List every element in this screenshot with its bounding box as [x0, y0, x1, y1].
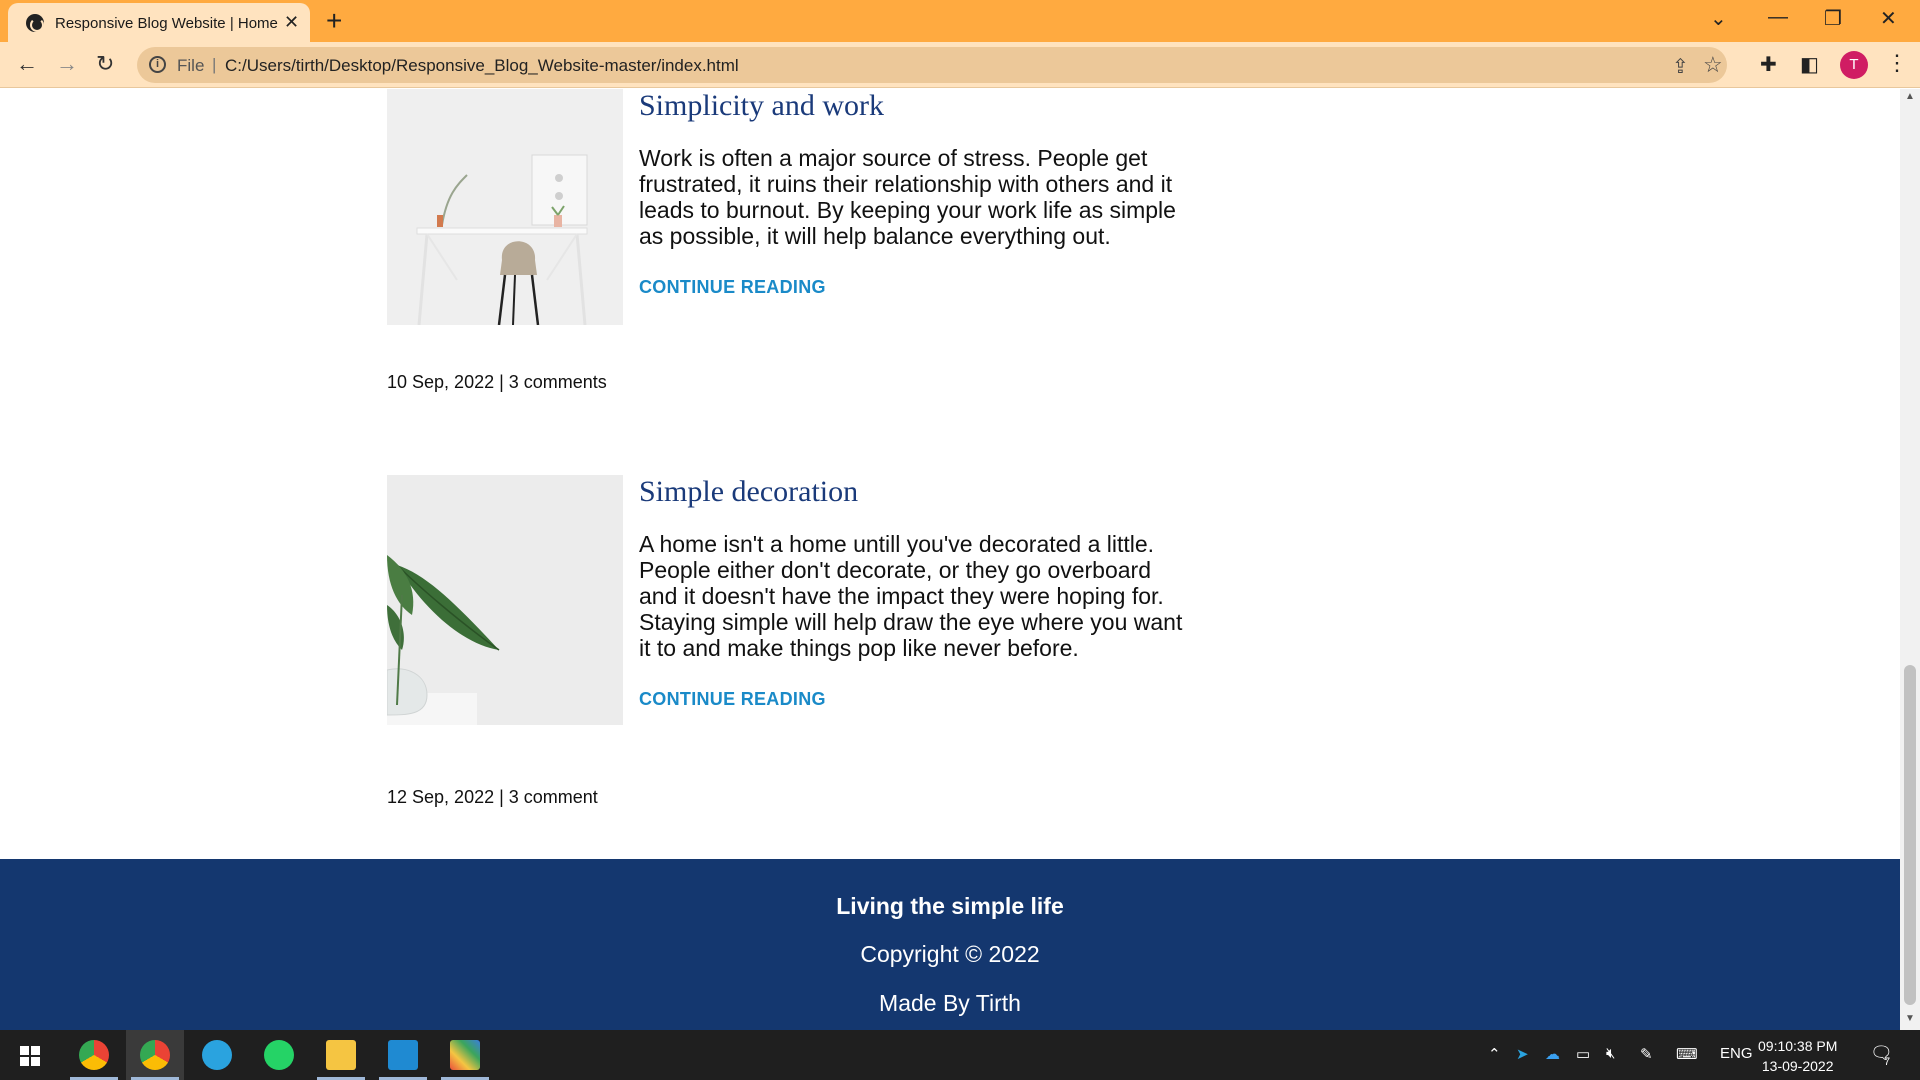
- tab-search-icon[interactable]: ⌄: [1710, 6, 1727, 31]
- forward-button[interactable]: →: [56, 51, 78, 77]
- whatsapp-icon[interactable]: [264, 1040, 294, 1070]
- battery-icon[interactable]: ▭: [1576, 1045, 1590, 1063]
- continue-reading-link[interactable]: CONTINUE READING: [639, 689, 826, 710]
- tab-title: Responsive Blog Website | Home: [55, 15, 278, 32]
- continue-reading-link[interactable]: CONTINUE READING: [639, 277, 826, 298]
- post-meta: 10 Sep, 2022 | 3 comments: [387, 372, 607, 392]
- profile-avatar[interactable]: T: [1840, 51, 1868, 79]
- post-image-desk: [387, 89, 623, 325]
- address-bar[interactable]: i File | C:/Users/tirth/Desktop/Responsi…: [137, 47, 1727, 83]
- chrome-icon[interactable]: [79, 1040, 109, 1070]
- footer-copyright: Copyright © 2022: [860, 941, 1040, 967]
- browser-tab-strip: Responsive Blog Website | Home ✕ + ⌄ — ❐…: [0, 0, 1920, 42]
- telegram-icon[interactable]: [202, 1040, 232, 1070]
- page-viewport: Simplicity and work Work is often a majo…: [0, 89, 1900, 1030]
- post-image-plant: [387, 475, 623, 725]
- footer-credit: Made By Tirth: [879, 990, 1021, 1016]
- post-excerpt: A home isn't a home untill you've decora…: [639, 531, 1183, 661]
- windows-start-icon[interactable]: [20, 1046, 40, 1066]
- system-clock[interactable]: 09:10:38 PM 13-09-2022: [1758, 1036, 1837, 1076]
- tray-telegram-icon[interactable]: ➤: [1516, 1045, 1529, 1063]
- share-icon[interactable]: ⇪: [1672, 54, 1689, 79]
- windows-taskbar: ⌃ ➤ ☁ ▭ 🔇︎ ✎ ⌨ ENG 09:10:38 PM 13-09-202…: [0, 1030, 1920, 1080]
- side-panel-icon[interactable]: ◧: [1800, 52, 1819, 77]
- file-explorer-icon[interactable]: [326, 1040, 356, 1070]
- globe-icon: [26, 14, 44, 32]
- clock-date: 13-09-2022: [1761, 1058, 1834, 1074]
- minimize-button[interactable]: —: [1768, 6, 1788, 29]
- pen-icon[interactable]: ✎: [1640, 1045, 1653, 1063]
- chrome-profile-icon[interactable]: [140, 1040, 170, 1070]
- volume-muted-icon[interactable]: 🔇︎: [1606, 1045, 1615, 1062]
- desk-chair-illustration: [387, 89, 623, 325]
- site-footer: Living the simple life Copyright © 2022 …: [0, 859, 1900, 1030]
- onedrive-cloud-icon[interactable]: ☁: [1545, 1045, 1560, 1063]
- close-tab-icon[interactable]: ✕: [284, 12, 299, 33]
- close-window-button[interactable]: ✕: [1880, 6, 1897, 31]
- post-meta: 12 Sep, 2022 | 3 comment: [387, 787, 598, 807]
- browser-tab-active[interactable]: Responsive Blog Website | Home ✕: [8, 3, 310, 42]
- keyboard-icon[interactable]: ⌨: [1676, 1045, 1698, 1063]
- tray-overflow-icon[interactable]: ⌃: [1488, 1045, 1501, 1063]
- scrollbar-thumb[interactable]: [1904, 665, 1916, 1005]
- back-button[interactable]: ←: [16, 51, 38, 77]
- restore-button[interactable]: ❐: [1824, 6, 1842, 31]
- clock-time: 09:10:38 PM: [1758, 1038, 1838, 1054]
- post-excerpt: Work is often a major source of stress. …: [639, 145, 1176, 249]
- git-tool-icon[interactable]: [450, 1040, 480, 1070]
- page-scrollbar[interactable]: ▲ ▼: [1900, 89, 1920, 1030]
- footer-tagline: Living the simple life: [836, 893, 1064, 919]
- new-tab-button[interactable]: +: [326, 5, 342, 37]
- reload-button[interactable]: ↻: [96, 51, 114, 77]
- vscode-icon[interactable]: [388, 1040, 418, 1070]
- language-indicator[interactable]: ENG: [1720, 1045, 1753, 1062]
- address-url[interactable]: C:/Users/tirth/Desktop/Responsive_Blog_W…: [225, 56, 739, 76]
- site-info-icon[interactable]: i: [149, 56, 166, 73]
- address-separator: |: [212, 55, 217, 74]
- post-title[interactable]: Simplicity and work: [639, 89, 884, 123]
- plant-vase-illustration: [387, 475, 623, 725]
- scroll-up-arrow-icon[interactable]: ▲: [1905, 91, 1915, 102]
- browser-menu-icon[interactable]: ⋮: [1886, 50, 1908, 76]
- scroll-down-arrow-icon[interactable]: ▼: [1905, 1013, 1915, 1024]
- extensions-icon[interactable]: ✚: [1760, 52, 1777, 77]
- notification-count: 7: [1884, 1056, 1891, 1068]
- bookmark-star-icon[interactable]: ☆: [1703, 52, 1723, 78]
- browser-toolbar: ← → ↻ i File | C:/Users/tirth/Desktop/Re…: [0, 42, 1920, 88]
- post-title[interactable]: Simple decoration: [639, 475, 858, 509]
- address-scheme: File: [177, 56, 205, 75]
